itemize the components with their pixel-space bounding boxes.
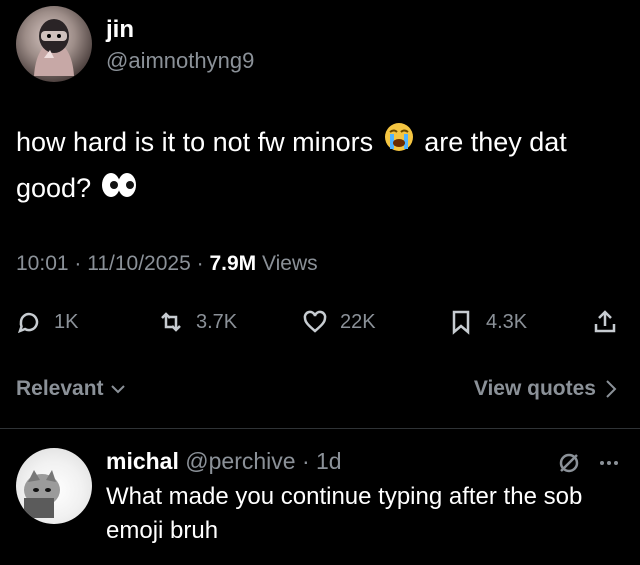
view-quotes-label: View quotes xyxy=(473,377,596,400)
tweet-time[interactable]: 10:01 xyxy=(16,252,69,275)
reply-avatar[interactable] xyxy=(16,448,92,524)
chevron-right-icon xyxy=(606,380,617,398)
repost-action[interactable]: 3.7K xyxy=(158,309,237,335)
views-label: Views xyxy=(261,252,318,275)
tweet-meta: 10:01 · 11/10/2025 · 7.9M Views xyxy=(16,252,318,276)
sort-dropdown[interactable]: Relevant xyxy=(16,377,126,401)
reply-author-handle[interactable]: @perchive xyxy=(185,448,295,474)
reply-header: michal @perchive · 1d xyxy=(106,448,342,475)
reply-time[interactable]: 1d xyxy=(316,448,342,474)
more-icon xyxy=(600,461,618,465)
like-count: 22K xyxy=(340,310,376,333)
author-avatar[interactable] xyxy=(16,6,92,82)
grok-icon xyxy=(559,453,579,473)
views-count: 7.9M xyxy=(209,252,257,275)
bookmark-count: 4.3K xyxy=(486,310,528,333)
grok-button[interactable] xyxy=(556,450,582,476)
author-name[interactable]: jin xyxy=(106,16,134,44)
chevron-down-icon xyxy=(110,385,125,394)
meta-separator: · xyxy=(196,252,210,275)
reply-text: What made you continue typing after the … xyxy=(106,483,583,544)
reply-action[interactable]: 1K xyxy=(16,309,78,335)
more-button[interactable] xyxy=(596,450,622,476)
like-action[interactable]: 22K xyxy=(302,309,376,335)
reply-count: 1K xyxy=(54,310,79,333)
bookmark-action[interactable]: 4.3K xyxy=(448,309,527,335)
repost-icon xyxy=(161,312,181,332)
share-button[interactable] xyxy=(592,309,618,335)
tweet-text-part-1: how hard is it to not fw minors xyxy=(16,127,374,157)
eyes-emoji xyxy=(99,168,139,212)
reply-icon xyxy=(17,312,39,334)
bookmark-icon xyxy=(452,310,470,335)
reply-avatar-image xyxy=(24,470,60,518)
sob-emoji xyxy=(381,121,417,166)
meta-separator: · xyxy=(74,252,88,275)
reply-author-name[interactable]: michal xyxy=(106,448,179,474)
repost-count: 3.7K xyxy=(196,310,238,333)
share-icon xyxy=(594,310,616,333)
author-handle[interactable]: @aimnothyng9 xyxy=(106,48,254,74)
avatar-image xyxy=(34,19,74,76)
sort-label: Relevant xyxy=(16,377,104,400)
view-quotes-link[interactable]: View quotes xyxy=(474,377,618,401)
reply-separator: · xyxy=(301,448,310,474)
tweet-date[interactable]: 11/10/2025 xyxy=(87,252,191,275)
divider xyxy=(0,428,640,429)
like-icon xyxy=(303,310,327,333)
tweet-text: how hard is it to not fw minors are they… xyxy=(16,120,626,212)
